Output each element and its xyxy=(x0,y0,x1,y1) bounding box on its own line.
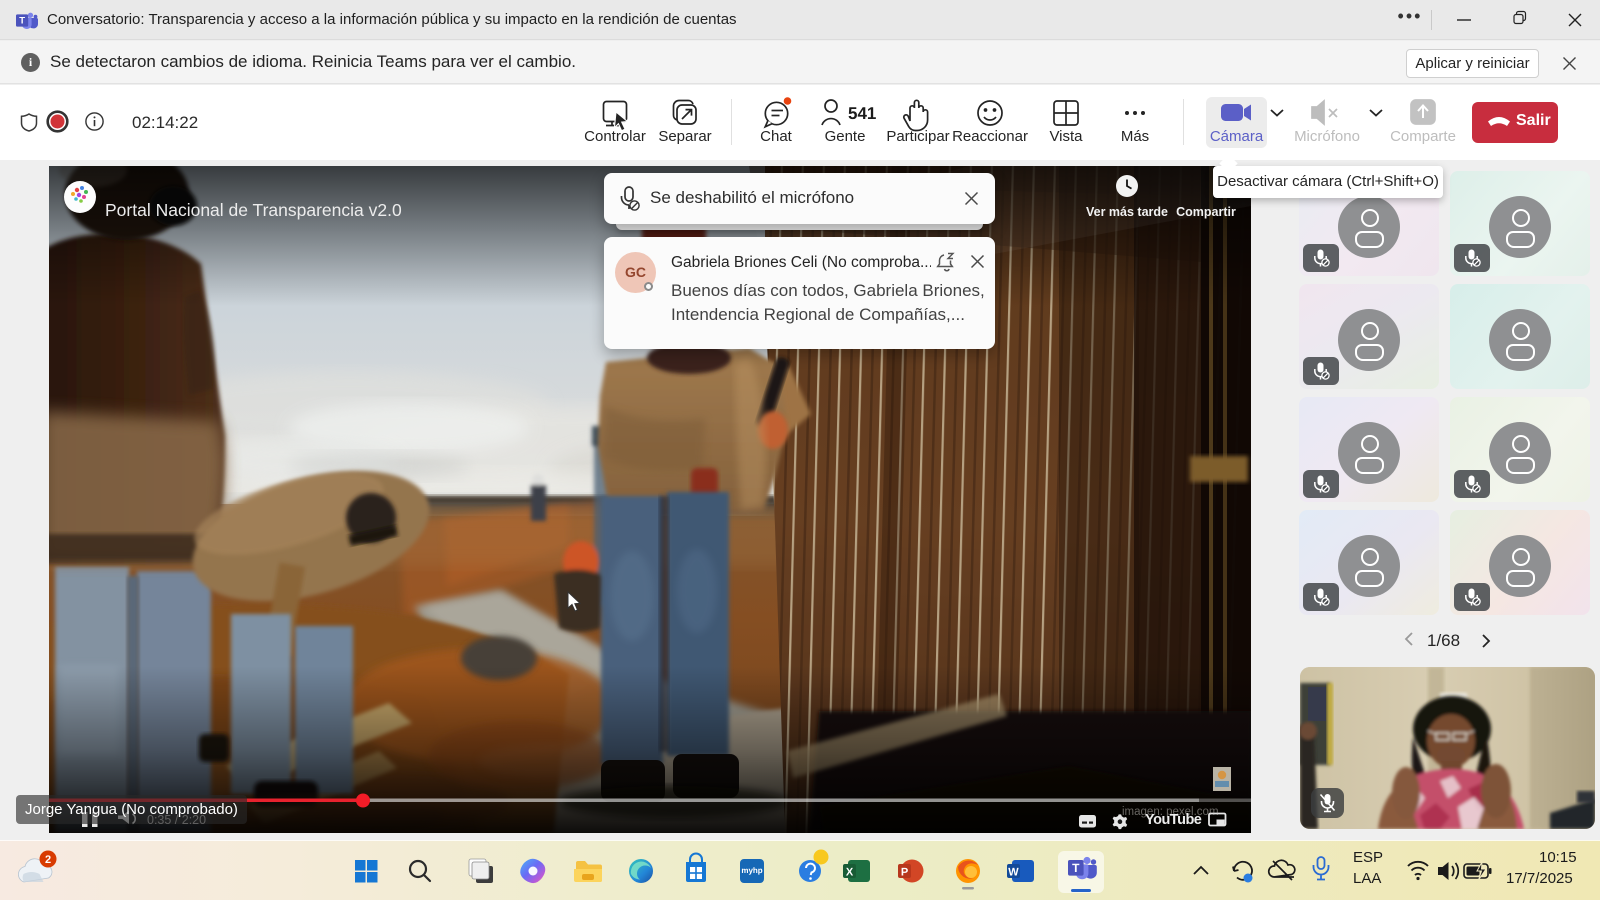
svg-text:541: 541 xyxy=(848,104,876,123)
svg-text:X: X xyxy=(846,867,854,879)
svg-text:T: T xyxy=(19,16,25,27)
svg-text:myhp: myhp xyxy=(741,866,762,875)
svg-text:P: P xyxy=(901,867,908,879)
svg-text:2: 2 xyxy=(45,854,51,866)
svg-text:T: T xyxy=(1072,861,1080,875)
svg-text:W: W xyxy=(1008,867,1019,879)
